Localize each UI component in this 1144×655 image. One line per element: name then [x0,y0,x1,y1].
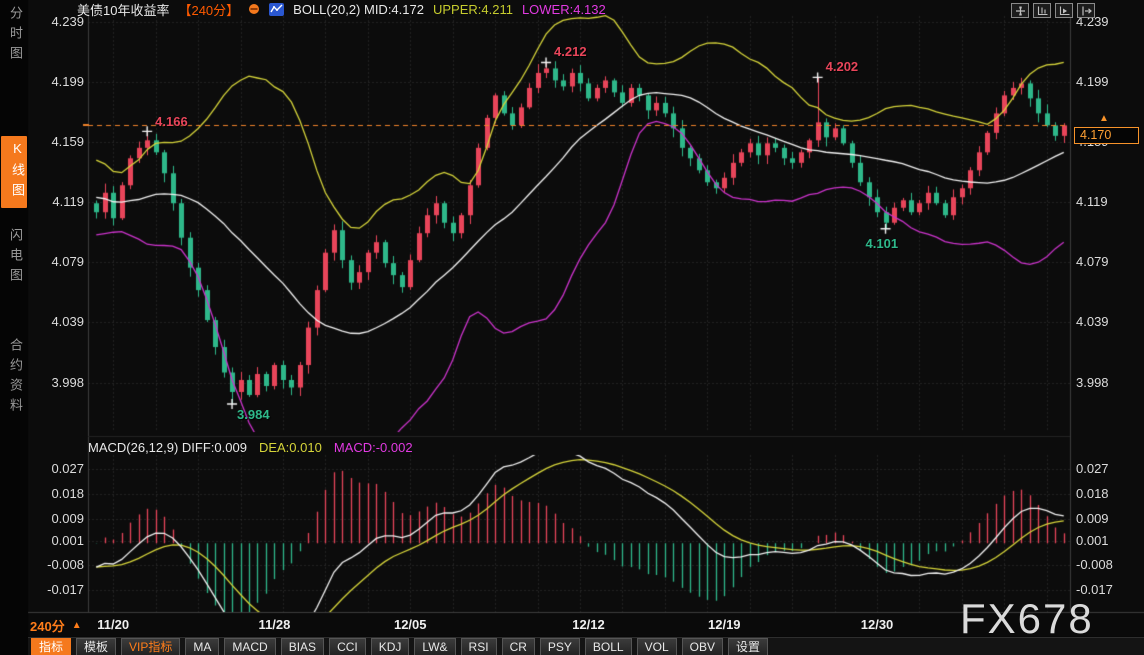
main-y-tick-left: 4.079 [28,254,84,269]
left-tab-strip: 分时图 K线图闪电图合约资料 [0,0,28,655]
sidebar-tab-1[interactable]: 分时图 [3,6,25,66]
chart-canvas[interactable] [0,0,1144,655]
main-y-tick-right: 4.079 [1076,254,1109,269]
boll-lower-label: LOWER:4.132 [522,2,606,17]
fx678-watermark: FX678 [960,598,1094,640]
macd-hist-label: MACD:-0.002 [334,440,413,455]
x-axis-date-tick: 11/28 [259,617,291,632]
price-annotation: 4.166 [155,114,188,129]
macd-y-tick-right: 0.009 [1076,511,1109,526]
toolbar-button-6[interactable]: BIAS [281,638,324,655]
axis-scale-icon[interactable] [1033,3,1051,18]
toolbar-button-10[interactable]: RSI [461,638,497,655]
toolbar-button-2[interactable]: 模板 [76,638,116,655]
toolbar-button-9[interactable]: LW& [414,638,455,655]
toolbar-button-14[interactable]: VOL [637,638,677,655]
macd-y-tick-left: -0.008 [28,557,84,572]
macd-y-tick-left: 0.027 [28,461,84,476]
trading-app-window: 分时图 K线图闪电图合约资料 美债10年收益率 【240分】 BOLL(20,2)… [0,0,1144,655]
main-y-tick-right: 4.119 [1076,194,1108,209]
crosshair-move-icon[interactable] [1011,3,1029,18]
price-annotation: 4.212 [554,44,587,59]
chart-header: 美债10年收益率 【240分】 BOLL(20,2) MID:4.172 UPP… [77,1,606,17]
toolbar-button-11[interactable]: CR [502,638,535,655]
x-axis-date-tick: 12/19 [708,617,741,632]
collapse-right-icon[interactable] [1077,3,1095,18]
price-annotation: 4.202 [826,59,859,74]
macd-y-tick-right: 0.018 [1076,486,1109,501]
toolbar-button-16[interactable]: 设置 [728,638,768,655]
toolbar-button-8[interactable]: KDJ [371,638,410,655]
x-axis-date-tick: 12/30 [861,617,894,632]
line-chart-icon[interactable] [269,3,284,16]
price-marker-icon: ▲ [1099,113,1109,124]
main-y-tick-left: 4.119 [28,194,84,209]
macd-header: MACD(26,12,9) DIFF:0.009 DEA:0.010 MACD:… [88,440,413,455]
main-y-tick-left: 4.039 [28,314,84,329]
macd-y-tick-left: 0.001 [28,533,84,548]
minus-circle-icon[interactable] [248,3,260,15]
axis-play-icon[interactable] [1055,3,1073,18]
current-price-badge: 4.170 [1074,127,1139,144]
instrument-title: 美债10年收益率 [77,0,169,19]
period-label: 【240分】 [178,0,239,19]
period-selector-label: 240分 [30,616,65,635]
macd-y-tick-right: -0.008 [1076,557,1113,572]
x-axis-date-tick: 12/12 [572,617,605,632]
boll-mid-label: BOLL(20,2) MID:4.172 [293,2,424,17]
toolbar-button-1[interactable]: 指标 [31,638,71,655]
main-y-tick-left: 3.998 [28,375,84,390]
macd-dea-label: DEA:0.010 [259,440,322,455]
sidebar-tab-4[interactable]: 合约资料 [3,338,25,418]
main-y-tick-left: 4.199 [28,74,84,89]
chevron-up-icon: ▲ [72,620,82,631]
macd-y-tick-left: -0.017 [28,582,84,597]
price-annotation: 3.984 [237,407,270,422]
macd-y-tick-left: 0.018 [28,486,84,501]
toolbar-button-15[interactable]: OBV [682,638,723,655]
main-y-tick-left: 4.159 [28,134,84,149]
main-y-tick-right: 4.199 [1076,74,1109,89]
x-axis-date-tick: 12/05 [394,617,427,632]
toolbar-button-13[interactable]: BOLL [585,638,632,655]
x-axis-date-tick: 11/20 [97,617,129,632]
toolbar-button-4[interactable]: MA [185,638,219,655]
macd-y-tick-left: 0.009 [28,511,84,526]
sidebar-tab-3[interactable]: 闪电图 [3,228,25,288]
macd-y-tick-right: 0.027 [1076,461,1109,476]
period-selector[interactable]: 240分 ▲ [30,616,82,635]
macd-formula-label: MACD(26,12,9) DIFF:0.009 [88,440,247,455]
price-annotation: 4.101 [866,236,899,251]
chart-tool-buttons [1011,3,1095,18]
toolbar-button-12[interactable]: PSY [540,638,580,655]
main-y-tick-right: 3.998 [1076,375,1109,390]
main-y-tick-right: 4.039 [1076,314,1109,329]
macd-y-tick-right: 0.001 [1076,533,1109,548]
boll-upper-label: UPPER:4.211 [433,2,513,17]
main-y-tick-left: 4.239 [28,14,84,29]
toolbar-button-3[interactable]: VIP指标 [121,638,180,655]
sidebar-tab-2[interactable]: K线图 [1,136,27,208]
toolbar-button-7[interactable]: CCI [329,638,366,655]
toolbar-button-5[interactable]: MACD [224,638,275,655]
